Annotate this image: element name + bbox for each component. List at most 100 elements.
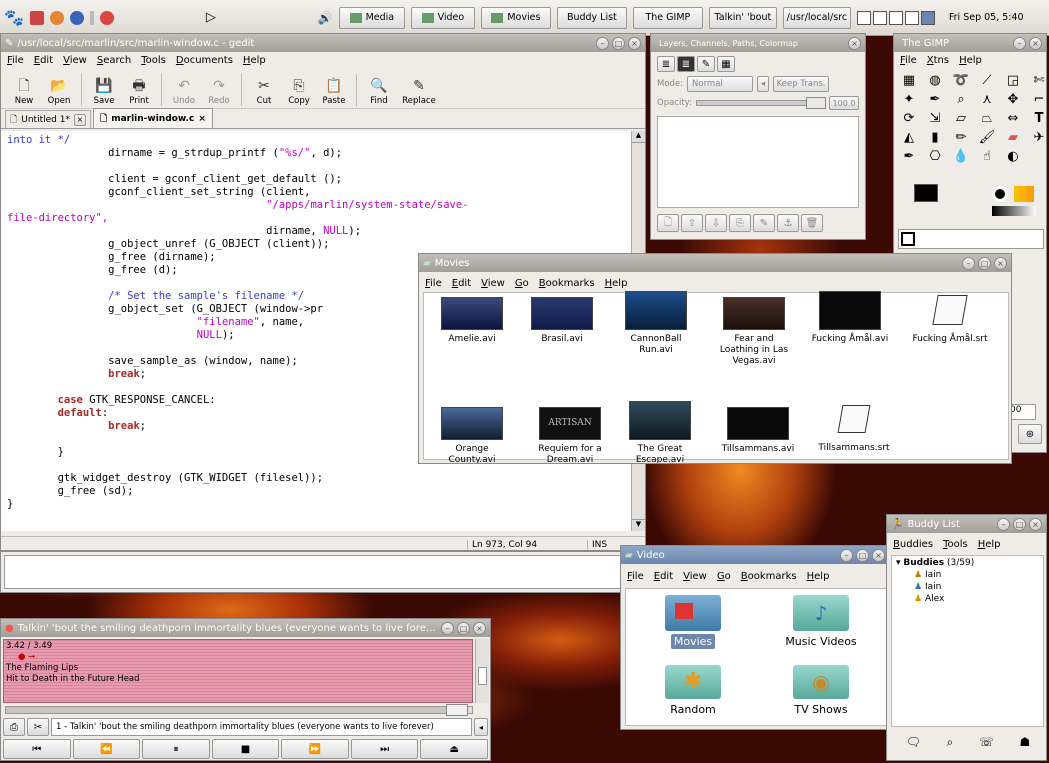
menu-file[interactable]: File [627, 571, 644, 582]
edit-layer-icon[interactable]: ✎ [753, 214, 775, 232]
tab-close-icon[interactable]: × [198, 114, 206, 124]
maximize-icon[interactable]: □ [978, 256, 991, 270]
minimize-icon[interactable]: – [596, 36, 609, 50]
settings-icon[interactable] [99, 10, 114, 25]
eject-button[interactable]: ⏏ [420, 739, 489, 759]
away-icon[interactable]: ☗ [1019, 735, 1030, 750]
new-layer-icon[interactable]: 🗋 [657, 214, 679, 232]
pencil-icon[interactable]: ✏ [950, 130, 972, 145]
folder-random[interactable]: ✱ Random [648, 665, 738, 716]
video-titlebar[interactable]: ▰ Video – □ × [621, 546, 889, 564]
menu-bookmarks[interactable]: Bookmarks [539, 278, 595, 289]
move-icon[interactable]: ✥ [1002, 92, 1024, 107]
gnome-foot-icon[interactable]: 🐾 [4, 8, 24, 27]
expander-icon[interactable]: ▾ [896, 558, 901, 568]
menu-tools[interactable]: Tools [943, 539, 968, 550]
tools-icon[interactable]: ✂ [27, 718, 49, 736]
copy-button[interactable]: ⎘ Copy [282, 77, 316, 106]
dodge-icon[interactable]: ◐ [1002, 149, 1024, 164]
undo-button[interactable]: ↶ Undo [167, 77, 201, 106]
task-video[interactable]: Video [410, 6, 475, 29]
file-great-escape[interactable]: The Great Escape.avi [620, 401, 700, 463]
buddy-titlebar[interactable]: 🏃 Buddy List – □ × [887, 515, 1046, 533]
menu-help[interactable]: Help [978, 539, 1001, 550]
task-gimp[interactable]: The GIMP [632, 6, 703, 29]
mode-select[interactable]: Normal [687, 76, 754, 92]
folder-music-videos[interactable]: ♪ Music Videos [766, 595, 876, 648]
blend-icon[interactable]: ▮ [924, 130, 946, 145]
menu-go[interactable]: Go [515, 278, 529, 289]
tab-untitled-1[interactable]: 🗋 Untitled 1* × [5, 110, 91, 128]
gimp-menu-help[interactable]: Help [959, 55, 982, 66]
maximize-icon[interactable]: □ [612, 36, 625, 50]
close-icon[interactable]: × [1029, 36, 1042, 50]
bucket-fill-icon[interactable]: ◭ [898, 130, 920, 145]
menu-edit[interactable]: Edit [452, 278, 471, 289]
layers-list[interactable] [657, 116, 859, 208]
crop-icon[interactable]: ⌐ [1028, 92, 1046, 107]
display-scrollbar[interactable] [475, 639, 489, 703]
cut-button[interactable]: ✂ Cut [247, 77, 281, 106]
buddy-item[interactable]: ♟ Iain [896, 570, 1039, 580]
new-button[interactable]: 🗋 New [7, 77, 41, 106]
menu-view[interactable]: View [63, 55, 87, 66]
folder-tv-shows[interactable]: ◉ TV Shows [766, 665, 876, 716]
forward-button[interactable]: ⏩ [281, 739, 349, 759]
menu-tools[interactable]: Tools [141, 55, 166, 66]
file-brasil[interactable]: Brasil.avi [522, 297, 602, 345]
keep-trans-toggle[interactable]: Keep Trans. [773, 76, 830, 92]
magic-wand-icon[interactable]: ⟋ [976, 73, 998, 88]
colormap-tab-icon[interactable]: ▦ [717, 56, 735, 72]
menu-help[interactable]: Help [807, 571, 830, 582]
menu-view[interactable]: View [683, 571, 707, 582]
close-icon[interactable]: × [848, 36, 861, 50]
menu-go[interactable]: Go [717, 571, 731, 582]
shear-icon[interactable]: ▱ [950, 111, 972, 126]
minimize-icon[interactable]: – [962, 256, 975, 270]
paths-icon[interactable]: ✒ [924, 92, 946, 107]
close-icon[interactable]: × [628, 36, 641, 50]
im-icon[interactable]: 🗨 [906, 735, 921, 750]
close-icon[interactable]: × [473, 621, 486, 635]
maximize-icon[interactable]: □ [1013, 517, 1026, 531]
minimize-icon[interactable]: – [1013, 36, 1026, 50]
seek-slider[interactable] [5, 704, 473, 716]
flip-icon[interactable]: ⇔ [1002, 111, 1024, 126]
buddy-group[interactable]: ▾ Buddies (3/59) [896, 558, 1039, 568]
smudge-icon[interactable]: ☝ [976, 149, 998, 164]
menu-view[interactable]: View [481, 278, 505, 289]
menu-file[interactable]: File [7, 55, 24, 66]
airbrush-icon[interactable]: ✈ [1028, 130, 1046, 145]
mode-arrow-icon[interactable]: ◂ [757, 76, 770, 92]
ink-icon[interactable]: ✒ [898, 149, 920, 164]
find-button[interactable]: 🔍 Find [362, 77, 396, 106]
scissors-select-icon[interactable]: ✄ [1028, 73, 1046, 88]
layers-tab-icon[interactable]: ≣ [657, 56, 675, 72]
print-button[interactable]: 🖶 Print [122, 77, 156, 106]
duplicate-layer-icon[interactable]: ⎘ [729, 214, 751, 232]
task-movies[interactable]: Movies [480, 6, 551, 29]
menu-edit[interactable]: Edit [654, 571, 673, 582]
gedit-titlebar[interactable]: ✎/usr/local/src/marlin/src/marlin-window… [1, 34, 645, 52]
info-icon[interactable]: ⌕ [947, 735, 954, 750]
maximize-icon[interactable]: □ [856, 548, 869, 562]
volume-icon[interactable]: 🔊 [318, 11, 333, 25]
paste-button[interactable]: 📋 Paste [317, 77, 351, 106]
menu-search[interactable]: Search [97, 55, 131, 66]
gimp-menu-file[interactable]: File [900, 55, 917, 66]
stop-button[interactable]: ■ [211, 739, 280, 759]
file-cannonball-run[interactable]: CannonBall Run.avi [616, 291, 696, 356]
opacity-slider[interactable] [695, 97, 826, 109]
task-media[interactable]: Media [338, 6, 405, 29]
channels-tab-icon[interactable]: ≣ [677, 56, 695, 72]
reset-icon[interactable]: ⊛ [1018, 424, 1042, 444]
ellipse-select-icon[interactable]: ◍ [924, 73, 946, 88]
menu-bookmarks[interactable]: Bookmarks [741, 571, 797, 582]
menu-edit[interactable]: Edit [34, 55, 53, 66]
text-icon[interactable]: T [1028, 111, 1046, 126]
gimp-titlebar[interactable]: The GIMP – × [894, 34, 1046, 52]
anchor-icon[interactable]: ⚓ [777, 214, 799, 232]
paths-tab-icon[interactable]: ✎ [697, 56, 715, 72]
buddy-item[interactable]: ♟ Iain [896, 582, 1039, 592]
color-select-icon[interactable]: ◲ [1002, 73, 1024, 88]
